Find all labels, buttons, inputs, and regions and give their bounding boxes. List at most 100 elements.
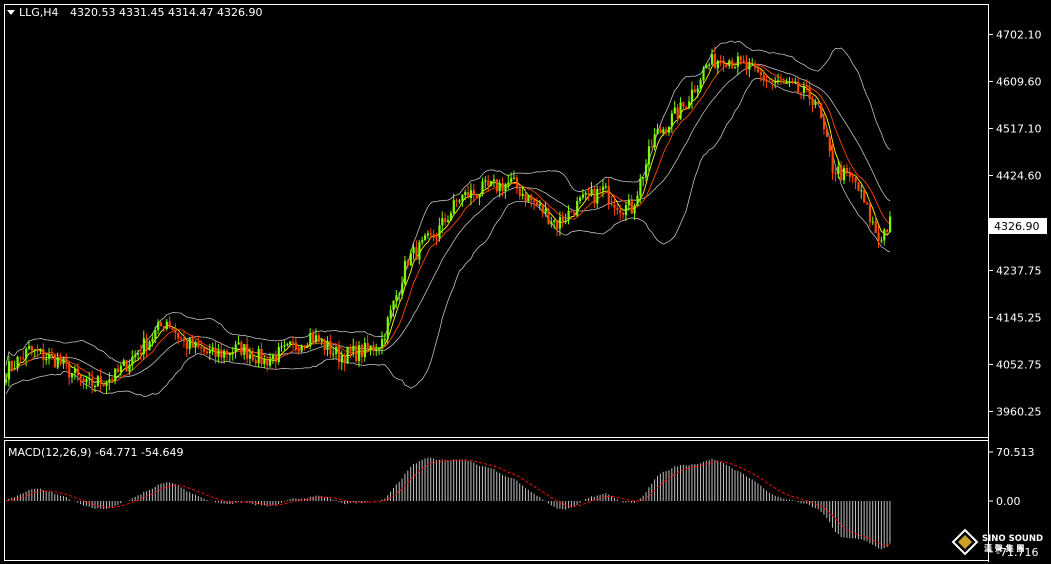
candle xyxy=(748,58,751,78)
candle xyxy=(292,336,295,350)
candle xyxy=(719,55,722,67)
candle xyxy=(315,328,318,345)
candle xyxy=(857,182,860,192)
candle xyxy=(71,372,74,384)
candle xyxy=(877,226,880,248)
candle xyxy=(797,77,800,94)
candle xyxy=(62,356,65,369)
candle xyxy=(409,249,412,266)
candle xyxy=(82,374,85,389)
candle xyxy=(627,193,630,211)
candle xyxy=(742,55,745,64)
candle xyxy=(102,383,105,387)
candle xyxy=(7,355,11,387)
candle xyxy=(880,236,883,244)
candle xyxy=(668,126,671,136)
candle xyxy=(607,178,610,210)
candle xyxy=(874,214,877,234)
candle xyxy=(645,159,648,182)
candle xyxy=(455,198,458,207)
candle xyxy=(863,188,866,203)
candle xyxy=(504,182,507,199)
candle xyxy=(217,343,220,363)
candle xyxy=(665,126,668,136)
price-tick-label: 4052.75 xyxy=(996,358,1042,371)
candle xyxy=(731,57,734,70)
candle xyxy=(65,353,68,370)
candle xyxy=(145,333,148,357)
candle xyxy=(544,202,547,217)
candle xyxy=(148,340,151,351)
candle xyxy=(280,341,283,352)
candle xyxy=(42,343,45,368)
candle xyxy=(444,212,447,226)
candle xyxy=(45,354,48,365)
candle xyxy=(5,372,8,386)
price-tick-label: 3960.25 xyxy=(996,405,1042,418)
candle xyxy=(48,347,51,365)
candle xyxy=(226,348,229,362)
candle xyxy=(647,139,651,172)
candle xyxy=(418,239,421,265)
candle xyxy=(237,335,240,345)
candle xyxy=(343,353,346,372)
candle xyxy=(211,342,214,356)
candle xyxy=(843,165,846,184)
candle xyxy=(401,276,404,299)
candle xyxy=(673,100,676,114)
candle xyxy=(182,331,186,348)
candle xyxy=(168,316,171,329)
candle xyxy=(693,85,696,94)
candle xyxy=(610,196,613,207)
symbol-dropdown-arrow-icon[interactable] xyxy=(7,10,15,15)
moving-averages xyxy=(5,61,891,385)
candle xyxy=(800,92,803,100)
candle xyxy=(679,97,682,120)
candle xyxy=(346,346,349,365)
candle xyxy=(495,178,498,194)
candle xyxy=(205,349,209,356)
candle xyxy=(68,361,71,385)
candle xyxy=(840,161,843,181)
candle xyxy=(162,325,165,332)
candle xyxy=(547,207,550,225)
candle xyxy=(845,163,849,177)
candle xyxy=(303,345,306,351)
candle xyxy=(527,194,530,203)
candle xyxy=(246,337,249,364)
candle xyxy=(116,363,120,374)
candle xyxy=(300,344,303,353)
candle xyxy=(59,352,62,366)
candle xyxy=(670,110,673,134)
candle xyxy=(160,321,163,327)
candle xyxy=(283,340,286,352)
candle xyxy=(570,210,573,214)
candle xyxy=(487,174,490,193)
candle xyxy=(435,232,438,246)
candle xyxy=(234,340,237,359)
candle xyxy=(329,334,332,359)
candle xyxy=(576,196,579,217)
candle xyxy=(309,328,312,350)
candle xyxy=(814,98,817,109)
candle xyxy=(481,177,484,197)
candle xyxy=(240,340,243,357)
candle xyxy=(507,174,510,190)
chart-canvas[interactable]: 4702.10 4609.60 4517.10 4424.60 4237.75 4145.… xyxy=(0,0,1051,564)
price-tick-label: 4517.10 xyxy=(996,122,1042,135)
candle xyxy=(317,332,320,343)
candle xyxy=(788,77,791,87)
candle xyxy=(375,343,378,357)
candle xyxy=(688,96,691,110)
candle xyxy=(650,138,653,148)
candle xyxy=(774,76,777,89)
candle xyxy=(820,103,823,119)
candle xyxy=(624,201,628,222)
candle xyxy=(257,345,260,368)
bollinger-upper-line xyxy=(5,40,891,366)
candle xyxy=(702,66,705,84)
candle xyxy=(871,216,874,226)
candle xyxy=(736,52,740,75)
candle xyxy=(263,355,266,369)
candle xyxy=(484,176,487,189)
